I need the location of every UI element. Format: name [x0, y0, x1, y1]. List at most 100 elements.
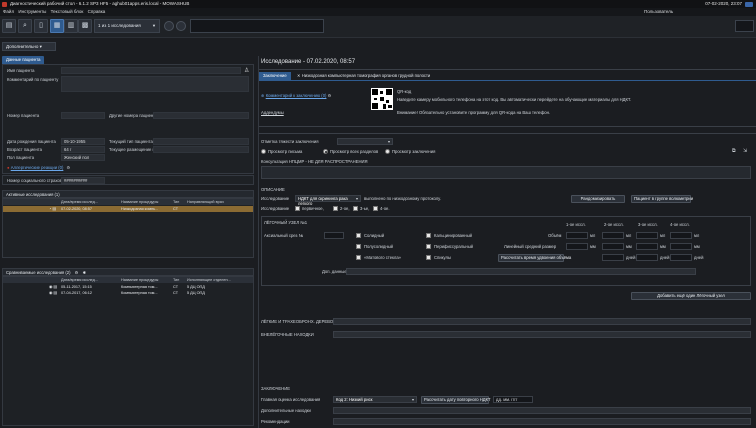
volumetry-group-button[interactable]: Пациент в группе волюметрии [631, 195, 693, 203]
active-studies-header[interactable]: Активные исследования (1) [2, 190, 254, 198]
addenda-link[interactable]: Аддендумы [261, 110, 284, 115]
view-letter-radio[interactable] [261, 149, 266, 154]
days-3-input[interactable] [636, 254, 658, 261]
menu-tools[interactable]: Инструменты [18, 9, 46, 14]
days-2-input[interactable] [602, 254, 624, 261]
volume-4-input[interactable] [670, 232, 692, 239]
urgency-select[interactable]: ▾ [337, 138, 393, 145]
comment-link[interactable]: Комментарий к заключению (0) [266, 93, 327, 98]
study-second-label[interactable]: 2-ое, [340, 206, 350, 211]
col-date[interactable]: Дата/время исслед... [61, 199, 98, 205]
study-third-label[interactable]: 3-ье, [360, 206, 369, 211]
view-letter-label[interactable]: Просмотр письма [268, 149, 302, 154]
search-icon[interactable]: ⌕ [18, 19, 32, 33]
perifissural-checkbox[interactable] [426, 244, 431, 249]
patient-comment-value[interactable] [61, 76, 249, 92]
col-date[interactable]: Дата/время исслед... [61, 277, 98, 283]
report-icon[interactable]: ▥ [64, 19, 78, 33]
view-all-radio[interactable] [323, 149, 328, 154]
study-selector[interactable]: 1 из 1 исследования ▼ [94, 19, 160, 33]
table-row[interactable]: ◉ ▤ 07-04-2017, 06:12 Компьютерная том..… [3, 290, 253, 296]
copy-icon[interactable]: ⧉ [732, 148, 736, 154]
solid-checkbox[interactable] [356, 233, 361, 238]
view-all-label[interactable]: Просмотр всех разделов [330, 149, 378, 154]
worklist-icon[interactable]: ▤ [2, 19, 16, 33]
ground-glass-label[interactable]: «Матового стекла» [364, 255, 401, 260]
volume-1-input[interactable] [566, 232, 588, 239]
export-icon[interactable]: ⇲ [743, 148, 747, 154]
study-third-checkbox[interactable] [353, 206, 358, 211]
col-procedure[interactable]: Название процедуры [121, 199, 158, 205]
allergy-link[interactable]: Аллергические реакции (0) [11, 165, 64, 170]
prev-study-icon[interactable] [164, 21, 174, 31]
volume-3-input[interactable] [636, 232, 658, 239]
col-procedure[interactable]: Название процедуры [121, 277, 158, 283]
perifissural-label[interactable]: Перифиссуральный [434, 244, 473, 249]
close-icon[interactable]: ✕ [297, 73, 301, 78]
study-fourth-checkbox[interactable] [373, 206, 378, 211]
axial-input[interactable] [324, 232, 344, 239]
settings-icon[interactable]: ⚙ [328, 93, 332, 98]
menu-file[interactable]: Файл [3, 9, 14, 14]
solid-label[interactable]: Солидный [364, 233, 384, 238]
diameter-3-input[interactable] [636, 243, 658, 250]
image-viewer-icon[interactable]: ▦ [50, 19, 64, 33]
assessment-select[interactable]: Код 2: Низкий риск ▾ [333, 396, 417, 403]
more-button[interactable]: Дополнительно ▾ [2, 42, 56, 51]
star-icon[interactable]: ✱ [83, 270, 87, 275]
study-fourth-label[interactable]: 4-ое. [380, 206, 390, 211]
diameter-2-input[interactable] [602, 243, 624, 250]
toolbar-search-input[interactable] [190, 19, 324, 33]
consult-field[interactable] [261, 166, 751, 179]
calcified-checkbox[interactable] [426, 233, 431, 238]
settings-icon[interactable]: ⚙ [67, 165, 71, 170]
film-icon[interactable]: ▩ [78, 19, 92, 33]
ground-glass-checkbox[interactable] [356, 255, 361, 260]
spicules-checkbox[interactable] [426, 255, 431, 260]
col-type[interactable]: Тип [173, 199, 179, 205]
randomize-button[interactable]: Рандомизировать [571, 195, 625, 203]
diameter-1-input[interactable] [566, 243, 588, 250]
study-second-checkbox[interactable] [333, 206, 338, 211]
view-conclusion-label[interactable]: Просмотр заключения [392, 149, 435, 154]
col-dept[interactable]: Исполняющее отделен... [187, 277, 231, 283]
comment-row[interactable]: ⊕ Комментарий к заключению (0) ⚙ [261, 93, 331, 98]
extra-data-input[interactable] [346, 268, 696, 275]
compare-studies-header[interactable]: Сравниваемые исследования (2) ⚙ ✱ [2, 268, 254, 276]
repeat-date-button[interactable]: Рассчитать дату повторного НДКТ [421, 396, 491, 404]
settings-icon[interactable]: ⚙ [75, 270, 79, 275]
study-first-checkbox[interactable] [295, 206, 300, 211]
menu-textblock[interactable]: Текстовый блок [51, 9, 84, 14]
diameter-4-input[interactable] [670, 243, 692, 250]
volume-2-input[interactable] [602, 232, 624, 239]
recommend-input[interactable] [333, 418, 751, 425]
col-doctor[interactable]: Направляющий врач [187, 199, 224, 205]
col-type[interactable]: Тип [173, 277, 179, 283]
table-row[interactable]: ◔ ▤ 07-02-2020, 08:57 Низкодозная компь.… [3, 206, 253, 212]
tab-ldct[interactable]: ✕ Низкодозная компьютерная томография ор… [293, 72, 434, 80]
calcified-label[interactable]: Кальцинированный [434, 233, 472, 238]
semisolid-label[interactable]: Полусолидный [364, 244, 393, 249]
extra-findings2-input[interactable] [333, 407, 751, 414]
days-4-input[interactable] [670, 254, 692, 261]
study-first-label[interactable]: первичное, [302, 206, 324, 211]
repeat-date-input[interactable]: дд. мм. гггг [493, 396, 533, 403]
document-icon[interactable]: ▯ [34, 19, 48, 33]
doubling-time-button[interactable]: Рассчитать время удвоения объёма [498, 254, 571, 262]
semisolid-checkbox[interactable] [356, 244, 361, 249]
view-conclusion-radio[interactable] [385, 149, 390, 154]
tab-patient-data[interactable]: Данные пациента [2, 56, 45, 64]
spicules-label[interactable]: Спикулы [434, 255, 451, 260]
lungs-input[interactable] [333, 318, 751, 325]
add-node-button[interactable]: Добавить ещё один Лёгочный узел [631, 292, 751, 300]
next-study-icon[interactable] [176, 21, 186, 31]
menu-help[interactable]: Справка [88, 9, 106, 14]
toolbar-right-field[interactable] [735, 20, 754, 32]
allergy-row[interactable]: ● Аллергические реакции (0) ⚙ [7, 165, 70, 170]
study-type-select[interactable]: НДКТ для скрининга рака легкого ▾ [295, 195, 361, 206]
extra-findings-input[interactable] [333, 331, 751, 338]
eye-icon[interactable]: ◉ ▤ [49, 290, 57, 296]
window-control-button[interactable] [745, 1, 753, 7]
user-icon[interactable]: ♙ [244, 67, 249, 74]
tab-conclusion[interactable]: Заключение [259, 72, 291, 80]
